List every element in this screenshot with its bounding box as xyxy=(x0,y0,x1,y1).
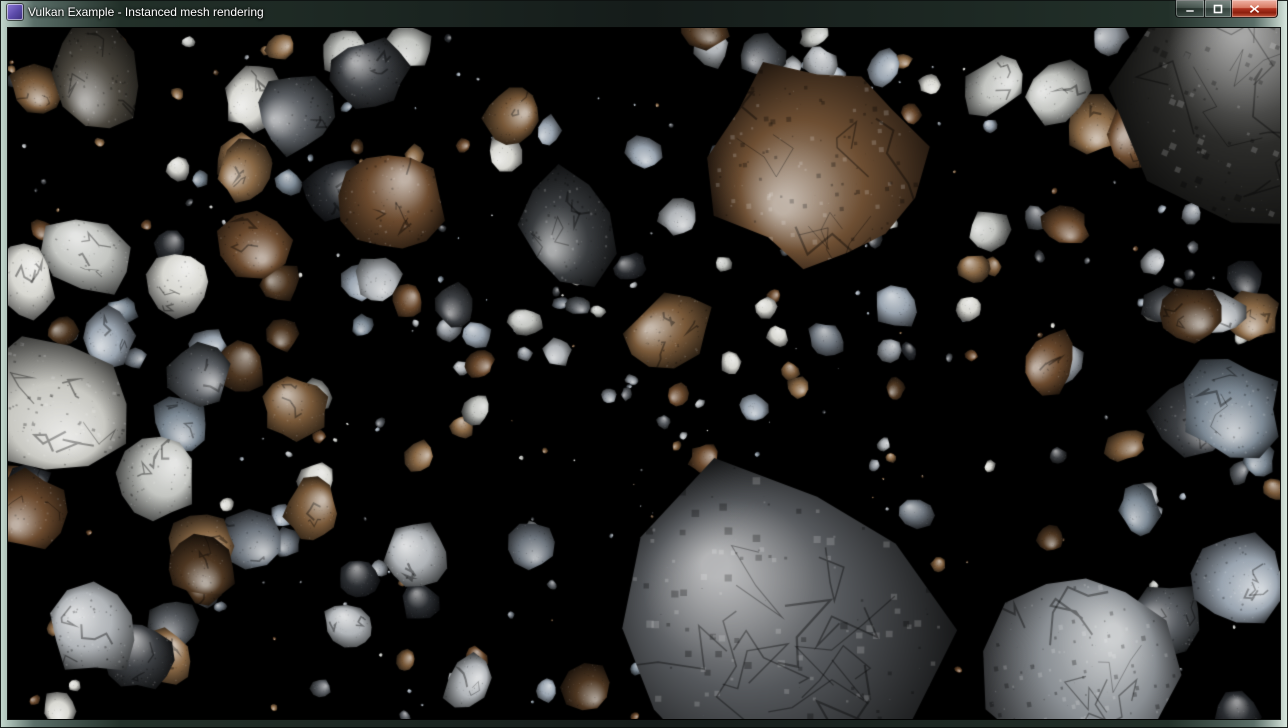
close-icon xyxy=(1249,4,1260,14)
window-frame: Vulkan Example - Instanced mesh renderin… xyxy=(0,0,1288,728)
render-viewport[interactable] xyxy=(8,28,1280,719)
minimize-icon xyxy=(1185,4,1195,14)
minimize-button[interactable] xyxy=(1175,0,1204,18)
viewport-canvas[interactable] xyxy=(8,28,1280,719)
app-icon[interactable] xyxy=(7,4,23,20)
title-bar[interactable]: Vulkan Example - Instanced mesh renderin… xyxy=(0,0,1288,28)
maximize-button[interactable] xyxy=(1204,0,1231,18)
window-controls xyxy=(1175,0,1278,18)
close-button[interactable] xyxy=(1231,0,1278,18)
window-title: Vulkan Example - Instanced mesh renderin… xyxy=(28,6,264,18)
maximize-icon xyxy=(1213,4,1223,14)
